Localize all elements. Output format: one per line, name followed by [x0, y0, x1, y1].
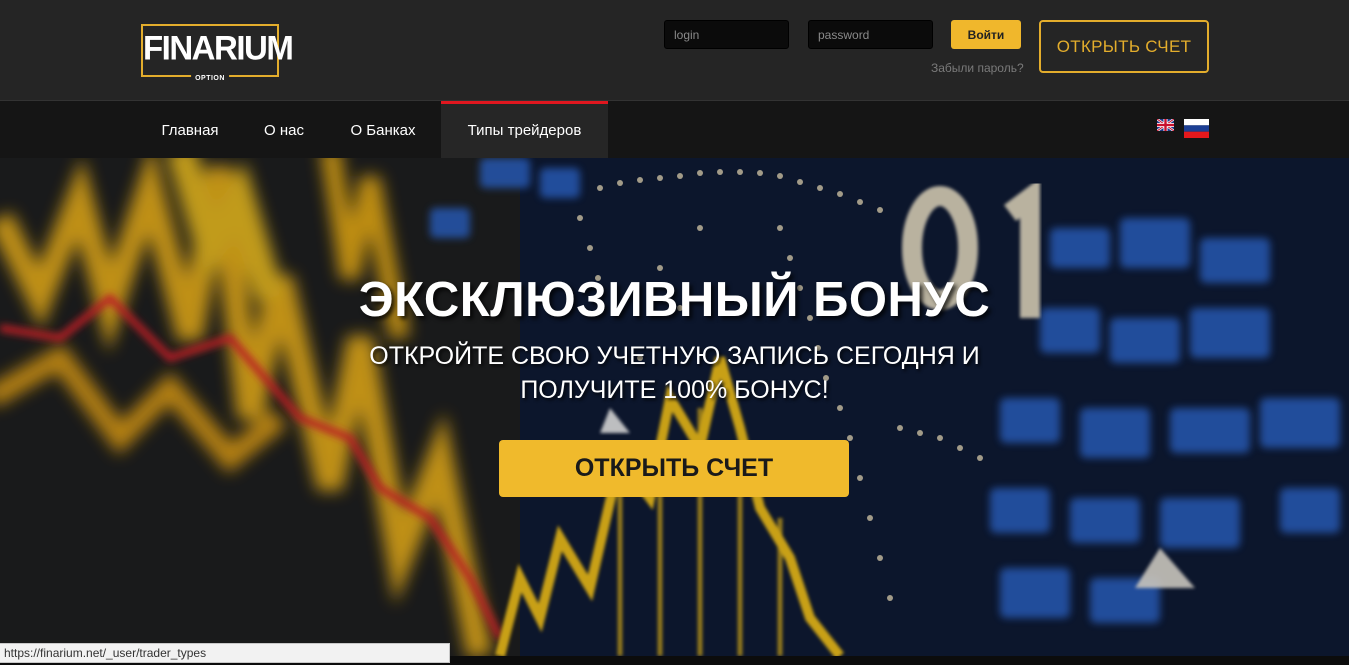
- hero-subtitle-line-1: ОТКРОЙТЕ СВОЮ УЧЕТНУЮ ЗАПИСЬ СЕГОДНЯ И: [369, 342, 980, 370]
- hero-open-account-button[interactable]: ОТКРЫТЬ СЧЕТ: [499, 440, 849, 497]
- login-input[interactable]: [664, 20, 789, 49]
- open-account-button[interactable]: ОТКРЫТЬ СЧЕТ: [1039, 20, 1209, 73]
- finarium-logo[interactable]: FINARIUM OPTION: [141, 24, 294, 82]
- site-header: FINARIUM OPTION Войти Забыли пароль? ОТК…: [0, 0, 1349, 101]
- hero-subtitle-line-2: ПОЛУЧИТЕ 100% БОНУС!: [520, 376, 829, 404]
- main-navigation: Главная О нас О Банках Типы трейдеров: [0, 101, 1349, 158]
- hero-subtitle: ОТКРОЙТЕ СВОЮ УЧЕТНУЮ ЗАПИСЬ СЕГОДНЯ И П…: [0, 339, 1349, 407]
- nav-item-about[interactable]: О нас: [246, 101, 322, 158]
- forgot-password-link[interactable]: Забыли пароль?: [931, 61, 1024, 75]
- ru-flag-icon[interactable]: [1184, 119, 1209, 138]
- nav-item-banks[interactable]: О Банках: [330, 101, 436, 158]
- hero-banner: ЭКСКЛЮЗИВНЫЙ БОНУС ОТКРОЙТЕ СВОЮ УЧЕТНУЮ…: [0, 158, 1349, 656]
- logo-text: FINARIUM: [143, 28, 294, 67]
- en-flag-icon[interactable]: [1157, 119, 1174, 131]
- password-input[interactable]: [808, 20, 933, 49]
- nav-item-trader-types[interactable]: Типы трейдеров: [441, 101, 608, 158]
- login-button[interactable]: Войти: [951, 20, 1021, 49]
- hero-background-image: [0, 158, 1349, 656]
- hero-title: ЭКСКЛЮЗИВНЫЙ БОНУС: [358, 273, 991, 327]
- browser-status-url: https://finarium.net/_user/trader_types: [0, 643, 450, 663]
- nav-item-home[interactable]: Главная: [141, 101, 239, 158]
- logo-subtitle: OPTION: [191, 75, 229, 82]
